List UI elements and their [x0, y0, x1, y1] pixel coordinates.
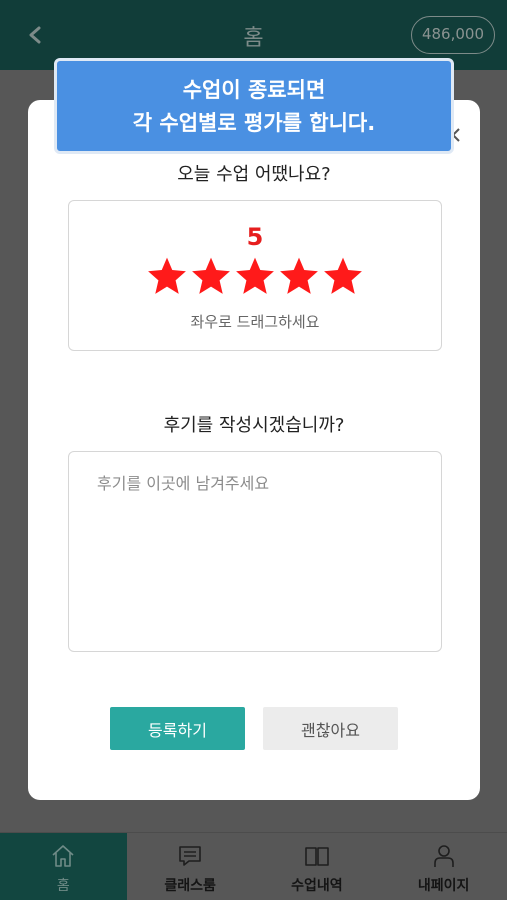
rating-value: 5: [246, 223, 264, 251]
rating-question: 오늘 수업 어땠나요?: [177, 164, 331, 185]
info-tooltip: 수업이 종료되면 각 수업별로 평가를 합니다.: [54, 58, 454, 154]
chat-icon: [177, 843, 203, 869]
nav-item-class-history[interactable]: 수업내역: [254, 833, 381, 900]
star-icon[interactable]: [234, 255, 276, 297]
bottom-nav: 홈 클래스룸 수업내역 내페이지: [0, 832, 507, 900]
tooltip-line-2: 각 수업별로 평가를 합니다.: [132, 111, 376, 135]
submit-button[interactable]: 등록하기: [110, 707, 245, 750]
star-rating-slider[interactable]: [69, 255, 441, 297]
star-icon[interactable]: [322, 255, 364, 297]
points-badge[interactable]: 486,000: [410, 16, 495, 54]
nav-label: 내페이지: [417, 878, 470, 894]
nav-label: 수업내역: [291, 878, 343, 894]
nav-item-my-page[interactable]: 내페이지: [380, 833, 507, 900]
rating-dialog: 오늘 수업 어땠나요? 5 좌우로 드래그하세요 후기를 작성시겠습니까? 등록…: [28, 100, 480, 800]
decline-button[interactable]: 괜찮아요: [263, 707, 398, 750]
home-icon: [50, 843, 76, 869]
drag-hint: 좌우로 드래그하세요: [190, 313, 320, 331]
nav-item-classroom[interactable]: 클래스룸: [127, 833, 254, 900]
star-icon[interactable]: [190, 255, 232, 297]
nav-label: 홈: [56, 878, 70, 894]
person-icon: [431, 843, 457, 869]
rating-box: 5 좌우로 드래그하세요: [68, 200, 442, 351]
star-icon[interactable]: [278, 255, 320, 297]
tooltip-line-1: 수업이 종료되면: [182, 78, 326, 102]
star-icon[interactable]: [146, 255, 188, 297]
book-icon: [304, 843, 330, 869]
review-question: 후기를 작성시겠습니까?: [163, 415, 345, 436]
nav-label: 클래스룸: [164, 878, 216, 894]
review-textarea[interactable]: [68, 451, 442, 652]
nav-item-home[interactable]: 홈: [0, 833, 127, 900]
